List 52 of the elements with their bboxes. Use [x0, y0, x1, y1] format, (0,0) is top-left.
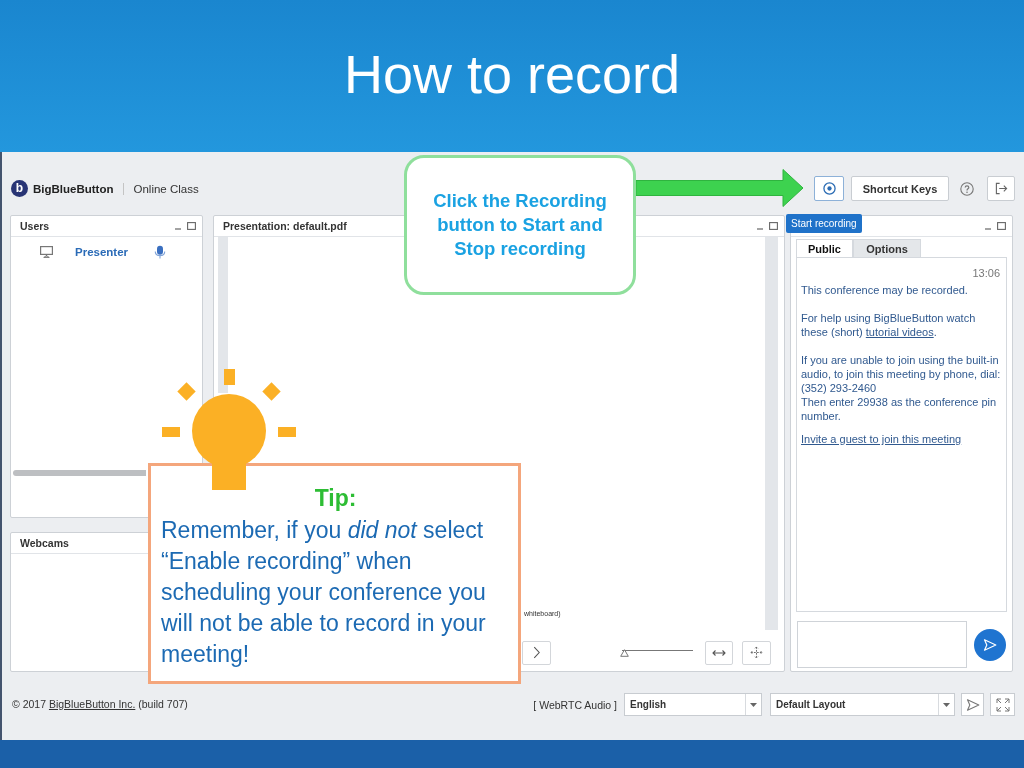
fullscreen-button[interactable]	[990, 693, 1015, 716]
app-logo: b	[11, 180, 28, 197]
logout-button[interactable]	[987, 176, 1015, 201]
chat-message: For help using BigBlueButton watch these (short) tutorial videos.	[801, 311, 977, 339]
chevron-right-icon	[532, 646, 541, 659]
caret-icon	[750, 702, 757, 707]
panel-title: Users	[20, 220, 50, 232]
tip-heading: Tip:	[313, 484, 358, 512]
shortcut-keys-button[interactable]: Shortcut Keys	[851, 176, 949, 201]
chat-message: This conference may be recorded.	[801, 283, 969, 297]
user-name[interactable]: Presenter	[75, 246, 129, 258]
app-name: BigBlueButton	[33, 182, 114, 195]
fullscreen-icon	[995, 697, 1010, 712]
slide-title: How to record	[343, 45, 681, 107]
invite-link[interactable]: Invite a guest to join this meeting	[801, 432, 962, 446]
send-button[interactable]	[974, 628, 1006, 661]
slider-thumb[interactable]	[620, 648, 629, 657]
meeting-name: Online Class	[133, 182, 199, 195]
record-icon	[822, 182, 836, 195]
message-time: 13:06	[971, 267, 1000, 279]
copyright-text: © 2017 BigBlueButton Inc. (build 707)	[12, 697, 188, 712]
company-link[interactable]: BigBlueButton Inc.	[48, 698, 136, 710]
layout-select[interactable]: Default Layout	[770, 693, 955, 716]
maximize-icon[interactable]	[769, 222, 778, 230]
move-button[interactable]	[742, 640, 771, 665]
maximize-icon[interactable]	[187, 222, 196, 230]
panel-title: Webcams	[20, 537, 69, 549]
help-icon[interactable]	[960, 181, 974, 196]
exit-icon	[994, 182, 1008, 195]
lightbulb-icon	[160, 368, 298, 491]
chat-message: If you are unable to join using the built-in audio, to join this meeting by phone, dial: (352) 293-2460 Then enter 29938 as the conference pin number.	[801, 353, 1002, 423]
record-button[interactable]	[814, 176, 844, 201]
panel-title: Presentation: default.pdf	[223, 220, 347, 232]
tip-text: Remember, if you did not select “Enable recording” when scheduling your conference you will not be able to record in your meeting!	[161, 516, 487, 669]
send-icon	[983, 637, 998, 652]
language-select[interactable]: English	[624, 693, 762, 716]
fit-width-button[interactable]	[705, 640, 733, 665]
scrollbar[interactable]	[13, 470, 146, 476]
share-button[interactable]	[961, 693, 984, 716]
four-arrows-icon	[750, 646, 763, 659]
chat-tab[interactable]: Public	[796, 239, 853, 257]
zoom-slider[interactable]	[620, 647, 693, 658]
chat-tab[interactable]: Options	[853, 239, 921, 257]
send-icon	[965, 697, 980, 712]
maximize-icon[interactable]	[997, 222, 1006, 230]
callout-text: Click the Recording button to Start and Stop recording	[432, 189, 608, 261]
caret-icon	[943, 702, 950, 707]
message-input[interactable]	[797, 621, 968, 668]
tooltip: Start recording	[786, 214, 862, 233]
audio-status: [ WebRTC Audio ]	[533, 698, 617, 711]
microphone-icon[interactable]	[154, 245, 167, 259]
tutorial-link[interactable]: tutorial videos	[865, 326, 934, 338]
